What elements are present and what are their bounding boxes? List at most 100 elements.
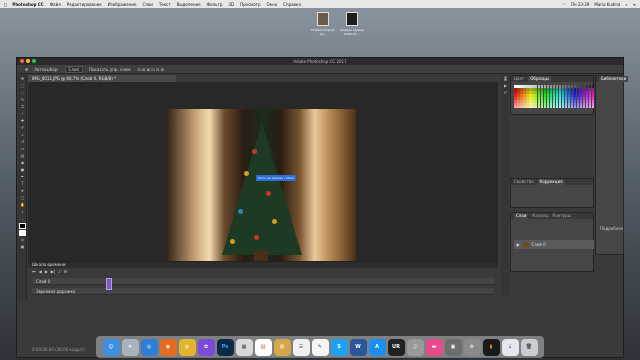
desktop-file-screenshot[interactable]: Снимок экрана 2018-12-...	[340, 12, 364, 36]
window-titlebar[interactable]: Adobe Photoshop CC 2017	[17, 58, 623, 65]
preview-icon[interactable]: ▦	[235, 338, 253, 356]
menu-filter[interactable]: Фильтр	[207, 2, 223, 7]
align-icons[interactable]: ⊟ ⊞ ⊠ ⊡ ⊟ ⊞	[137, 67, 163, 72]
background-color-icon[interactable]	[19, 230, 26, 236]
history-brush-icon[interactable]: ↺	[19, 139, 26, 145]
chrome-icon[interactable]: ◍	[178, 338, 196, 356]
tab-channels[interactable]: Каналы	[532, 213, 548, 219]
quick-select-icon[interactable]: ✎	[19, 97, 26, 103]
quick-mask-icon[interactable]: ◎	[19, 237, 26, 243]
desktop-file-export[interactable]: Untitled_Export-Ap...	[311, 12, 335, 36]
menu-edit[interactable]: Редактирование	[67, 2, 102, 7]
track-audio[interactable]: Звуковая дорожка	[32, 288, 494, 295]
prev-frame-icon[interactable]: ◀	[39, 269, 42, 274]
calendar-icon[interactable]: ▤	[254, 338, 272, 356]
move-icon[interactable]: ✥	[19, 76, 26, 82]
wifi-icon[interactable]: ◠	[562, 2, 566, 7]
search-icon[interactable]: ⌕	[625, 2, 627, 7]
apple-icon[interactable]: 	[4, 2, 6, 7]
visibility-eye-icon[interactable]: ◉	[516, 242, 520, 247]
lasso-icon[interactable]: ◌	[19, 90, 26, 96]
cc-hint[interactable]: Подробнее	[600, 226, 623, 231]
crop-icon[interactable]: ⌗	[19, 104, 26, 110]
tab-color[interactable]: Цвет	[514, 76, 524, 82]
document-tab[interactable]: IMG_0011.JPG @ 66,7% (Слой 0, RGB/8) *	[28, 75, 176, 82]
textedit-icon[interactable]: ✎	[311, 338, 329, 356]
zoom-tool-icon[interactable]: ⌕	[19, 209, 26, 215]
skype-icon[interactable]: S	[330, 338, 348, 356]
audio-icon[interactable]: ♪	[58, 269, 61, 274]
shape-icon[interactable]: ▢	[19, 195, 26, 201]
tab-layers[interactable]: Слои	[514, 213, 529, 219]
notes-icon[interactable]: ▥	[273, 338, 291, 356]
track-layer-0[interactable]: Слой 0	[32, 278, 494, 285]
marquee-icon[interactable]: ⬚	[19, 83, 26, 89]
foreground-color-icon[interactable]	[19, 223, 26, 229]
layer-row[interactable]: ◉ Слой 0	[514, 240, 594, 249]
ur-icon[interactable]: UR	[387, 338, 405, 356]
actions-icon[interactable]: ▶	[502, 83, 509, 89]
canvas-text-layer[interactable]: Фото на память / 2019	[256, 175, 296, 181]
zoom-icon[interactable]	[32, 59, 36, 63]
menu-file[interactable]: Файл	[50, 2, 61, 7]
app-menu[interactable]: Photoshop CC	[12, 2, 43, 7]
screen-mode-icon[interactable]: ▣	[19, 244, 26, 250]
gradient-icon[interactable]: ▤	[19, 153, 26, 159]
tab-libraries[interactable]: Библиотеки	[599, 76, 629, 82]
menu-layers[interactable]: Слои	[142, 2, 152, 7]
photos-icon[interactable]: ✿	[197, 338, 215, 356]
first-frame-icon[interactable]: ⏮	[32, 269, 36, 274]
user-name[interactable]: Maria Kudina	[594, 2, 620, 7]
path-select-icon[interactable]: ➤	[19, 188, 26, 194]
terminal-icon[interactable]: ▮	[482, 338, 500, 356]
brush-icon[interactable]: ✐	[19, 125, 26, 131]
history-icon[interactable]: ⌛	[502, 76, 509, 82]
menu-3d[interactable]: 3D	[228, 2, 234, 7]
launchpad-icon[interactable]: ✦	[121, 338, 139, 356]
tab-swatches[interactable]: Образцы	[528, 76, 551, 82]
blur-icon[interactable]: ◆	[19, 160, 26, 166]
brush-settings-icon[interactable]: ✐	[502, 90, 509, 96]
music-icon[interactable]: ♫	[406, 338, 424, 356]
move-tool-icon[interactable]: ✥	[25, 67, 28, 72]
canvas-photo[interactable]: Фото на память / 2019	[168, 109, 356, 261]
word-icon[interactable]: W	[349, 338, 367, 356]
auto-select-dropdown[interactable]: Слой	[64, 65, 83, 73]
eraser-icon[interactable]: ▭	[19, 146, 26, 152]
books-icon[interactable]: ▬	[425, 338, 443, 356]
settings-icon[interactable]: ⚙	[463, 338, 481, 356]
more-tools-icon[interactable]: …	[19, 216, 26, 222]
finder-icon[interactable]: ☺	[102, 338, 120, 356]
menu-help[interactable]: Справка	[283, 2, 301, 7]
timeline-clip[interactable]	[106, 278, 112, 290]
menu-select[interactable]: Выделение	[177, 2, 201, 7]
gallery-icon[interactable]: ▣	[444, 338, 462, 356]
swatch-grid[interactable]	[511, 82, 604, 111]
canvas-area[interactable]: Фото на память / 2019	[28, 82, 498, 270]
trash-icon[interactable]: 🗑	[520, 338, 538, 356]
photoshop-icon[interactable]: Ps	[216, 338, 234, 356]
next-frame-icon[interactable]: ▶|	[51, 269, 55, 274]
menu-view[interactable]: Просмотр	[240, 2, 261, 7]
tab-properties[interactable]: Свойства	[514, 179, 534, 185]
dodge-icon[interactable]: ●	[19, 167, 26, 173]
menu-list-icon[interactable]: ≡	[633, 2, 636, 7]
menu-type[interactable]: Текст	[159, 2, 171, 7]
type-icon[interactable]: T	[19, 181, 26, 187]
reminders-icon[interactable]: ☰	[292, 338, 310, 356]
eyedropper-icon[interactable]: ⁄	[19, 111, 26, 117]
healing-icon[interactable]: ✚	[19, 118, 26, 124]
firefox-icon[interactable]: ◉	[159, 338, 177, 356]
downloads-icon[interactable]: ⇣	[501, 338, 519, 356]
safari-icon[interactable]: ◎	[140, 338, 158, 356]
play-icon[interactable]: ▶	[45, 269, 48, 274]
settings-icon[interactable]: ⚙	[64, 269, 68, 274]
close-icon[interactable]	[20, 59, 24, 63]
pen-icon[interactable]: ✒	[19, 174, 26, 180]
show-transform-checkbox[interactable]: Показать упр. элем.	[89, 67, 131, 72]
menu-window[interactable]: Окно	[267, 2, 278, 7]
tab-adjustments[interactable]: Коррекция	[537, 179, 565, 185]
appstore-icon[interactable]: A	[368, 338, 386, 356]
menu-image[interactable]: Изображение	[108, 2, 137, 7]
minimize-icon[interactable]	[26, 59, 30, 63]
